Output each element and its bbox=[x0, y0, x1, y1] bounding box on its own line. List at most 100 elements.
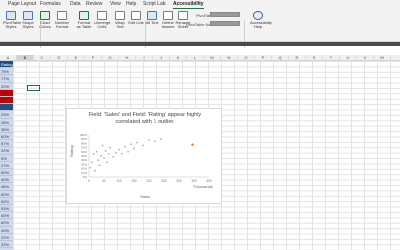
data-point bbox=[136, 141, 138, 144]
x-tick-label: 150 bbox=[131, 179, 137, 183]
data-point bbox=[100, 155, 102, 157]
tab-view[interactable]: View bbox=[110, 0, 121, 9]
x-tick-label: 400 bbox=[206, 179, 212, 183]
ribbon-button-label: Chart Colors bbox=[39, 20, 51, 30]
rating-cell[interactable] bbox=[0, 97, 13, 105]
data-point bbox=[127, 150, 129, 153]
pivottable-name-input[interactable] bbox=[210, 12, 240, 17]
tab-review[interactable]: Review bbox=[86, 0, 102, 9]
format-as-table-icon bbox=[79, 11, 89, 20]
edit-link-button[interactable]: Edit Link bbox=[128, 11, 144, 25]
rating-cell[interactable]: 22% bbox=[0, 233, 13, 241]
rating-cell[interactable]: 60% bbox=[0, 212, 13, 220]
wrap-text-button[interactable]: Wrap Text bbox=[112, 11, 128, 30]
data-point bbox=[112, 155, 114, 158]
chart-colors-icon bbox=[40, 11, 50, 20]
data-point bbox=[133, 147, 135, 150]
data-point bbox=[130, 143, 132, 146]
rating-cell[interactable]: 60% bbox=[0, 133, 13, 141]
number-format-button[interactable]: Number Format bbox=[54, 11, 70, 30]
x-tick-label: 100 bbox=[116, 179, 122, 183]
data-point bbox=[91, 161, 93, 164]
rating-cell[interactable]: 36% bbox=[0, 125, 13, 133]
tab-page-layout[interactable]: Page Layout bbox=[8, 0, 36, 9]
x-tick-label: 0 bbox=[88, 179, 90, 183]
y-tick-label: 50% bbox=[81, 154, 87, 158]
wrap-text-icon bbox=[115, 11, 125, 20]
rating-cell[interactable]: 46% bbox=[0, 183, 13, 191]
rating-cell[interactable]: 57% bbox=[0, 140, 13, 148]
pivottable-styles-icon bbox=[6, 11, 16, 20]
ribbon-button-label: Accessibility Help bbox=[250, 20, 272, 30]
rating-cell[interactable]: 33% bbox=[0, 241, 13, 249]
rename-sheet-button[interactable]: Rename Sheet bbox=[175, 11, 191, 30]
pivottable-styles-button[interactable]: PivotTable Styles bbox=[3, 11, 22, 30]
x-axis-label: Sales bbox=[139, 194, 150, 199]
rating-cell[interactable]: 22% bbox=[0, 82, 13, 90]
rating-cell[interactable]: 60% bbox=[0, 190, 13, 198]
data-point bbox=[103, 157, 105, 159]
shape-styles-icon bbox=[23, 11, 33, 20]
scatter-chart[interactable]: Field: 'Sales' and Field: 'Rating' appea… bbox=[66, 108, 222, 204]
ribbon-button-label: Alt Text bbox=[145, 20, 159, 25]
rename-sheet-icon bbox=[178, 11, 188, 20]
ribbon-button-label: Edit Link bbox=[128, 20, 144, 25]
define-names-button[interactable]: Define Names bbox=[160, 11, 176, 30]
rating-cell[interactable]: 27% bbox=[0, 161, 13, 169]
rating-cell[interactable]: 40% bbox=[0, 226, 13, 234]
accessibility-help-button[interactable]: Accessibility Help bbox=[250, 11, 272, 30]
x-tick-label: 300 bbox=[176, 179, 182, 183]
data-point bbox=[148, 139, 150, 141]
data-point bbox=[95, 150, 98, 153]
format-as-table-button[interactable]: Format as Table bbox=[76, 11, 92, 30]
ribbon-button-label: Rename Sheet bbox=[175, 20, 191, 30]
x-tick-label: 250 bbox=[161, 179, 167, 183]
tab-formulas[interactable]: Formulas bbox=[40, 0, 61, 9]
y-tick-label: 80% bbox=[81, 141, 87, 145]
tab-accessibility[interactable]: Accessibility bbox=[173, 0, 204, 9]
rating-cell[interactable]: 77% bbox=[0, 75, 13, 83]
y-axis-label: Rating bbox=[69, 145, 74, 157]
rating-cell[interactable]: 22% bbox=[0, 147, 13, 155]
y-tick-label: 10% bbox=[81, 171, 87, 175]
data-point bbox=[101, 144, 104, 147]
accessibility-help-icon bbox=[253, 11, 263, 20]
data-point bbox=[106, 161, 108, 164]
rating-cell[interactable] bbox=[0, 89, 13, 97]
rating-cell[interactable]: 53% bbox=[0, 205, 13, 213]
tab-script-lab[interactable]: Script Lab bbox=[143, 0, 166, 9]
rating-cell[interactable]: 28% bbox=[0, 118, 13, 126]
alt-text-button[interactable]: Alt Text bbox=[144, 11, 160, 25]
unmerge-cells-button[interactable]: Unmerge Cells bbox=[94, 11, 110, 30]
define-names-icon bbox=[163, 11, 173, 20]
ribbon-button-label: PivotTable Styles bbox=[3, 20, 22, 30]
rating-cell[interactable]: 40% bbox=[0, 176, 13, 184]
tab-data[interactable]: Data bbox=[70, 0, 81, 9]
data-point bbox=[104, 150, 107, 152]
rating-cell[interactable] bbox=[0, 104, 13, 112]
rating-cell[interactable]: 23% bbox=[0, 111, 13, 119]
pivottable-name-input-2[interactable] bbox=[210, 21, 240, 26]
rating-cell[interactable]: 50% bbox=[0, 169, 13, 177]
tab-help[interactable]: Help bbox=[126, 0, 136, 9]
ribbon: PivotTable Name PivotTable Name PivotTab… bbox=[0, 9, 400, 48]
x-tick-label: 50 bbox=[102, 179, 106, 183]
active-cell[interactable] bbox=[27, 85, 40, 91]
y-tick-label: 60% bbox=[81, 150, 87, 154]
y-tick-label: 20% bbox=[81, 167, 87, 171]
shape-styles-button[interactable]: Shape Styles bbox=[20, 11, 36, 30]
data-point bbox=[97, 159, 99, 162]
data-point bbox=[98, 164, 101, 167]
data-point bbox=[154, 140, 156, 143]
unmerge-cells-icon bbox=[97, 11, 107, 20]
rating-cell[interactable]: 92% bbox=[0, 197, 13, 205]
rating-cell[interactable]: 75% bbox=[0, 68, 13, 76]
y-tick-label: 90% bbox=[81, 137, 87, 141]
data-point bbox=[109, 146, 111, 149]
edit-link-icon bbox=[131, 11, 141, 20]
rating-cell[interactable]: 82% bbox=[0, 219, 13, 227]
chart-colors-button[interactable]: Chart Colors bbox=[37, 11, 53, 30]
rating-cell[interactable]: 5% bbox=[0, 154, 13, 162]
ribbon-button-label: Format as Table bbox=[76, 20, 92, 30]
rating-header-cell[interactable]: Rating bbox=[0, 61, 13, 69]
